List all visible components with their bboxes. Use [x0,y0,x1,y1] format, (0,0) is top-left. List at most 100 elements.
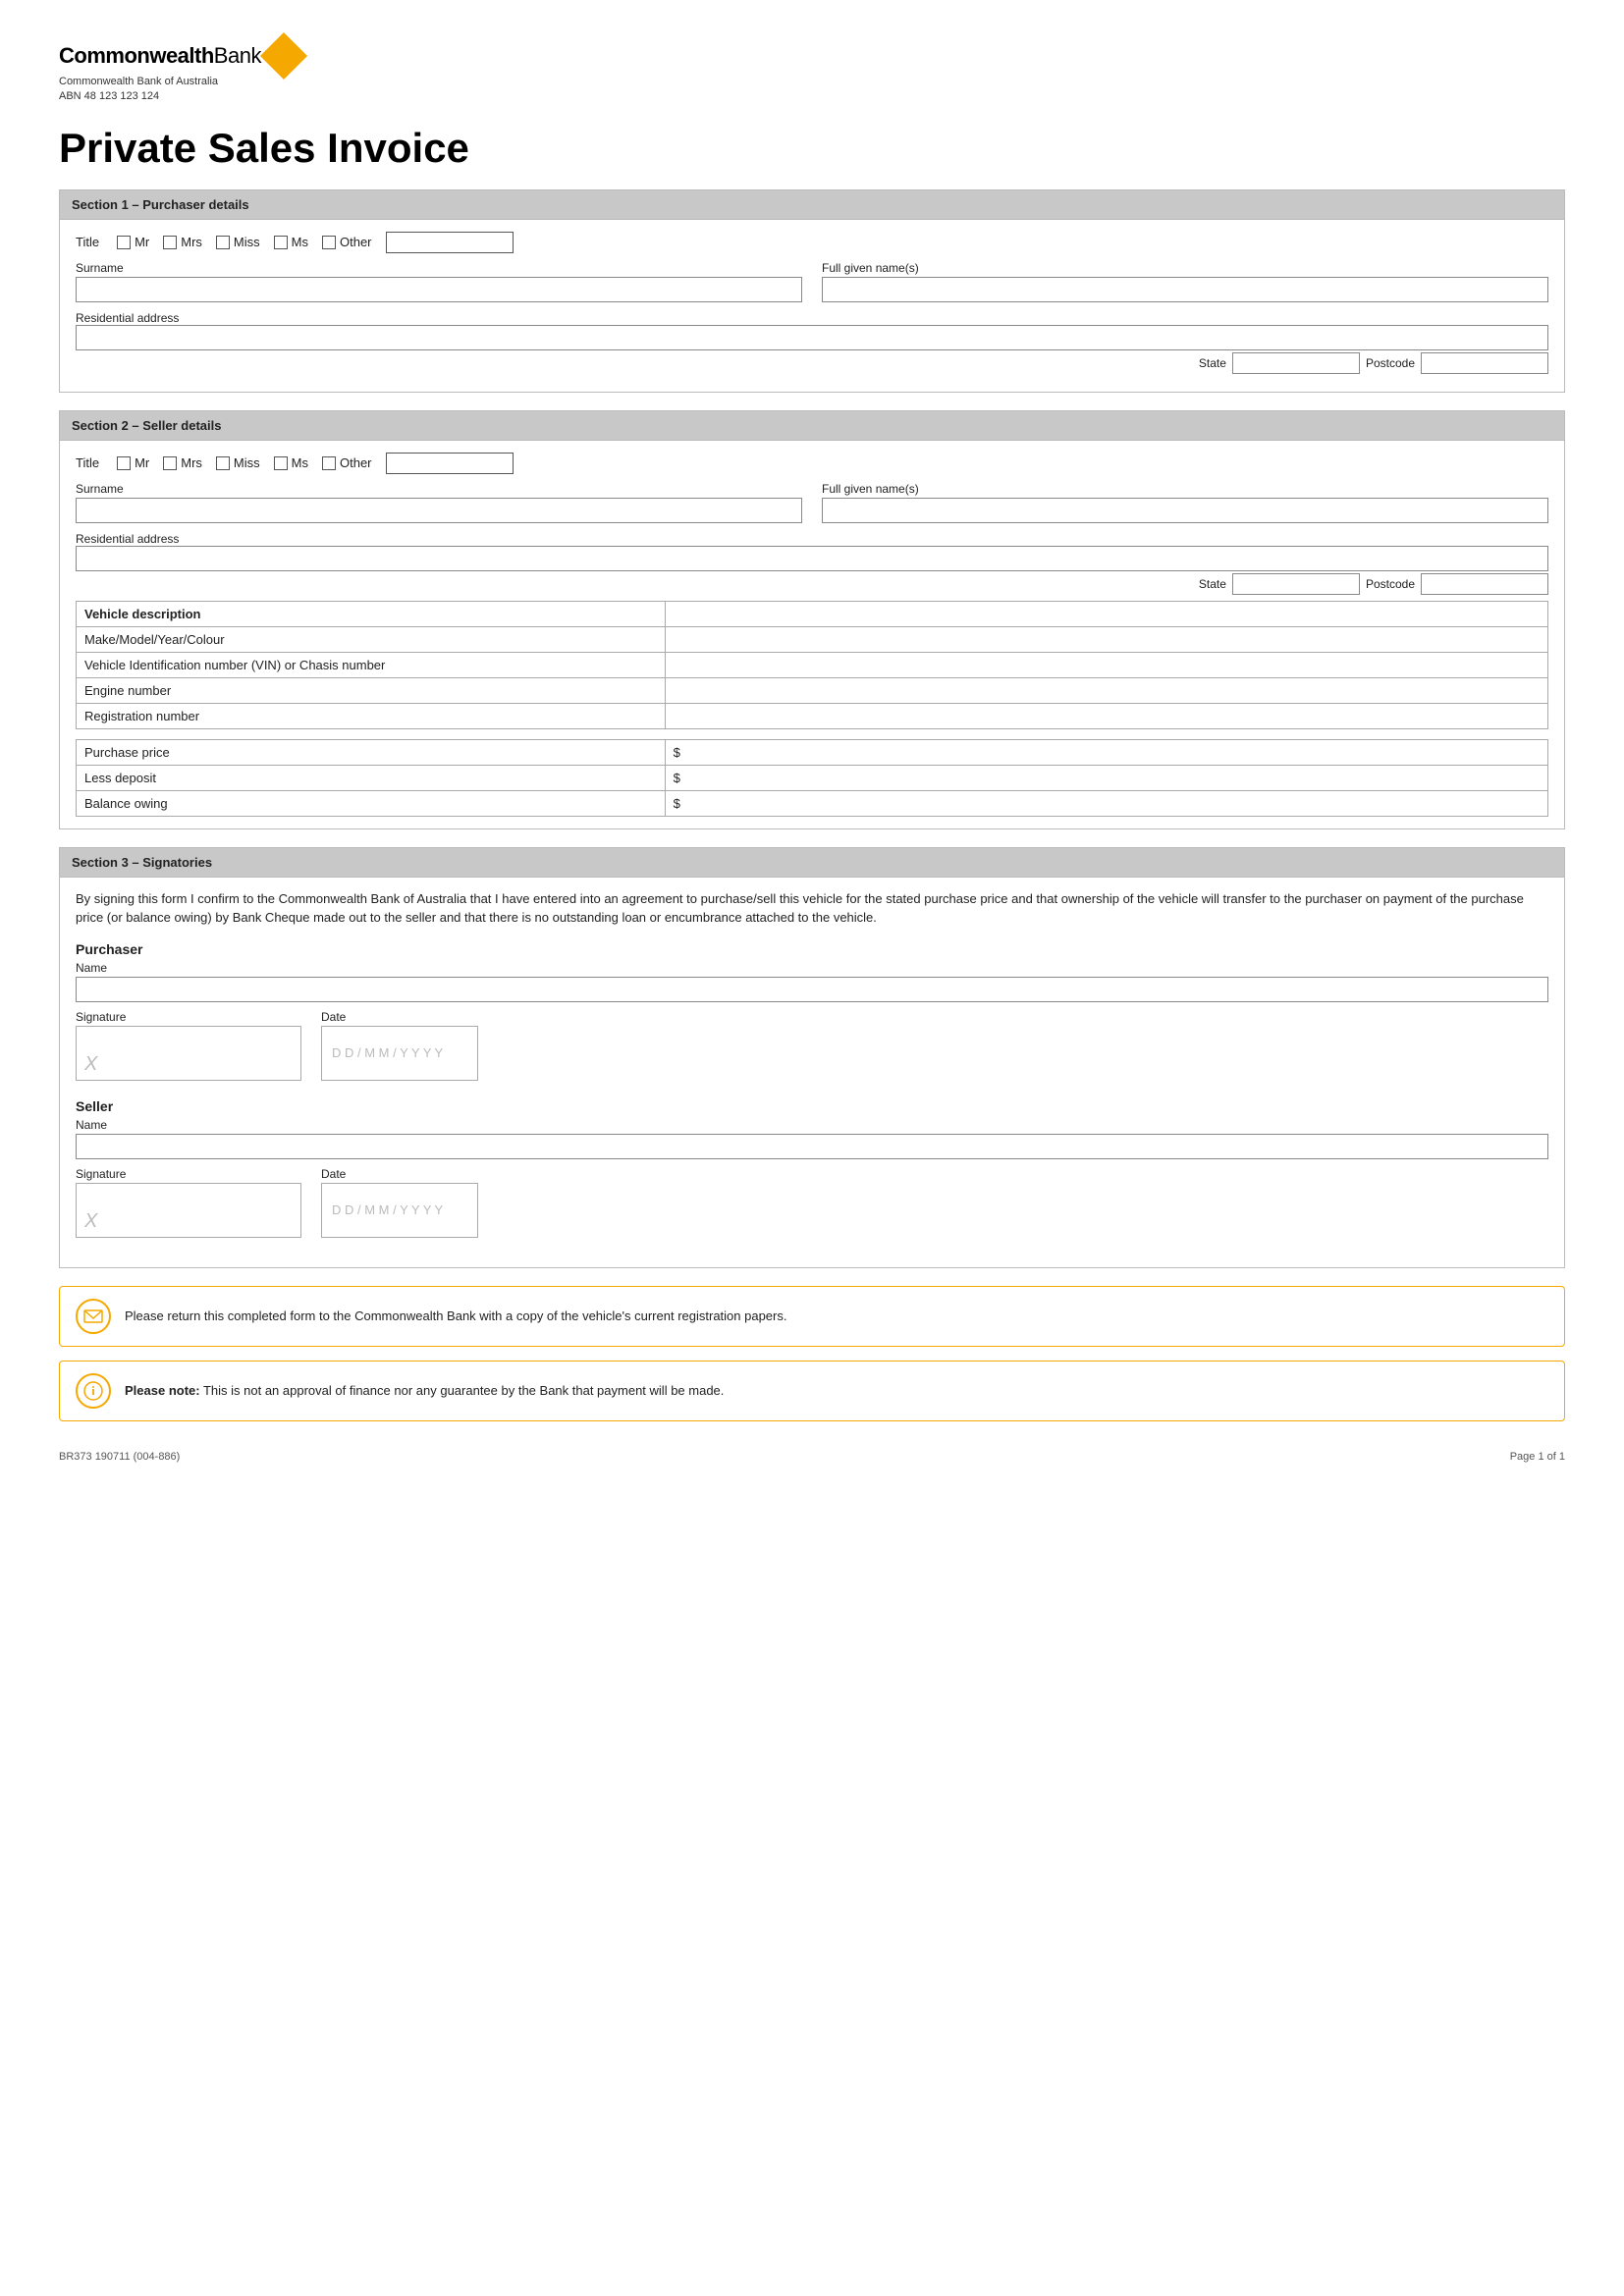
checkbox-mrs-box[interactable] [163,236,177,249]
price-row-0: Purchase price $ [77,739,1548,765]
s2-surname-label: Surname [76,482,802,496]
vehicle-vin-label: Vehicle Identification number (VIN) or C… [77,652,666,677]
checkbox-mr[interactable]: Mr [117,235,149,249]
purchaser-sig-col: Signature X [76,1010,301,1081]
seller-sig-placeholder: X [84,1210,97,1233]
checkbox-mr-box[interactable] [117,236,131,249]
section1-name-row: Surname Full given name(s) [76,261,1548,302]
seller-date-label: Date [321,1167,478,1181]
purchaser-date-label: Date [321,1010,478,1024]
s2-checkbox-ms-box[interactable] [274,456,288,470]
full-given-input[interactable] [822,277,1548,302]
footer: BR373 190711 (004-886) Page 1 of 1 [59,1451,1565,1463]
seller-name-input[interactable] [76,1134,1548,1159]
notice2-bold: Please note: [125,1383,200,1398]
purchase-price-input[interactable]: $ [665,739,1547,765]
purchaser-date-placeholder: D D / M M / Y Y Y Y [332,1045,443,1060]
vehicle-make-input[interactable] [665,626,1547,652]
logo-diamond [260,32,307,80]
checkbox-mrs[interactable]: Mrs [163,235,202,249]
footer-left: BR373 190711 (004-886) [59,1451,180,1463]
notice1-text: Please return this completed form to the… [125,1307,786,1326]
price-row-2: Balance owing $ [77,790,1548,816]
sig-description: By signing this form I confirm to the Co… [76,889,1548,928]
section1-title-label: Title [76,235,99,249]
balance-owing-label: Balance owing [77,790,666,816]
notice2-body: This is not an approval of finance nor a… [200,1383,725,1398]
seller-title: Seller [76,1098,1548,1114]
checkbox-other-box[interactable] [322,236,336,249]
vehicle-engine-label: Engine number [77,677,666,703]
vehicle-description-header: Vehicle description [77,601,666,626]
s2-full-given-col: Full given name(s) [822,482,1548,523]
vehicle-reg-label: Registration number [77,703,666,728]
s2-residential-address-label: Residential address [76,532,179,546]
s2-checkbox-miss-box[interactable] [216,456,230,470]
s2-checkbox-mr-box[interactable] [117,456,131,470]
price-table: Purchase price $ Less deposit $ Balance … [76,739,1548,817]
vehicle-vin-input[interactable] [665,652,1547,677]
s2-other-text-input[interactable] [386,453,514,474]
surname-label: Surname [76,261,802,275]
price-row-1: Less deposit $ [77,765,1548,790]
section2-name-row: Surname Full given name(s) [76,482,1548,523]
s2-full-given-input[interactable] [822,498,1548,523]
checkbox-ms-box[interactable] [274,236,288,249]
vehicle-row-0: Make/Model/Year/Colour [77,626,1548,652]
notice2-text: Please note: This is not an approval of … [125,1381,724,1401]
s2-checkbox-other-box[interactable] [322,456,336,470]
state-postcode-row: State Postcode [76,350,1548,376]
balance-owing-input[interactable]: $ [665,790,1547,816]
purchaser-date-input[interactable]: D D / M M / Y Y Y Y [321,1026,478,1081]
seller-date-input[interactable]: D D / M M / Y Y Y Y [321,1183,478,1238]
notice2-icon [76,1373,111,1409]
s2-checkbox-ms[interactable]: Ms [274,455,308,470]
s2-postcode-label: Postcode [1366,577,1415,591]
checkbox-miss[interactable]: Miss [216,235,260,249]
checkbox-miss-box[interactable] [216,236,230,249]
vehicle-header-row: Vehicle description [77,601,1548,626]
purchaser-sig-box[interactable]: X [76,1026,301,1081]
s2-state-input[interactable] [1232,573,1360,595]
section1-title-row: Title Mr Mrs Miss Ms Other [76,232,1548,253]
section2-title-row: Title Mr Mrs Miss Ms Other [76,453,1548,474]
vehicle-reg-input[interactable] [665,703,1547,728]
checkbox-other[interactable]: Other [322,235,372,249]
vehicle-engine-input[interactable] [665,677,1547,703]
vehicle-description-value[interactable] [665,601,1547,626]
purchase-price-label: Purchase price [77,739,666,765]
s2-surname-col: Surname [76,482,802,523]
address-input[interactable] [76,325,1548,350]
less-deposit-input[interactable]: $ [665,765,1547,790]
state-label: State [1199,356,1226,370]
footer-right: Page 1 of 1 [1510,1451,1565,1463]
seller-sig-box[interactable]: X [76,1183,301,1238]
checkbox-mr-label: Mr [135,235,149,249]
section2-title-label: Title [76,455,99,470]
seller-date-placeholder: D D / M M / Y Y Y Y [332,1202,443,1217]
purchaser-name-input[interactable] [76,977,1548,1002]
s2-checkbox-mr[interactable]: Mr [117,455,149,470]
surname-input[interactable] [76,277,802,302]
section1-header: Section 1 – Purchaser details [60,190,1564,220]
seller-group: Seller Name Signature X Date D D / M M /… [76,1098,1548,1238]
s2-checkbox-miss[interactable]: Miss [216,455,260,470]
s2-checkbox-miss-label: Miss [234,455,260,470]
other-text-input[interactable] [386,232,514,253]
checkbox-ms[interactable]: Ms [274,235,308,249]
s2-checkbox-other[interactable]: Other [322,455,372,470]
notice1-box: Please return this completed form to the… [59,1286,1565,1347]
purchaser-sig-label: Signature [76,1010,301,1024]
state-input[interactable] [1232,352,1360,374]
vehicle-make-label: Make/Model/Year/Colour [77,626,666,652]
s2-checkbox-other-label: Other [340,455,372,470]
s2-checkbox-mrs-box[interactable] [163,456,177,470]
s2-surname-input[interactable] [76,498,802,523]
postcode-input[interactable] [1421,352,1548,374]
seller-sig-col: Signature X [76,1167,301,1238]
logo-text: CommonwealthBank [59,43,261,69]
s2-checkbox-mr-label: Mr [135,455,149,470]
s2-postcode-input[interactable] [1421,573,1548,595]
s2-checkbox-mrs[interactable]: Mrs [163,455,202,470]
s2-address-input[interactable] [76,546,1548,571]
